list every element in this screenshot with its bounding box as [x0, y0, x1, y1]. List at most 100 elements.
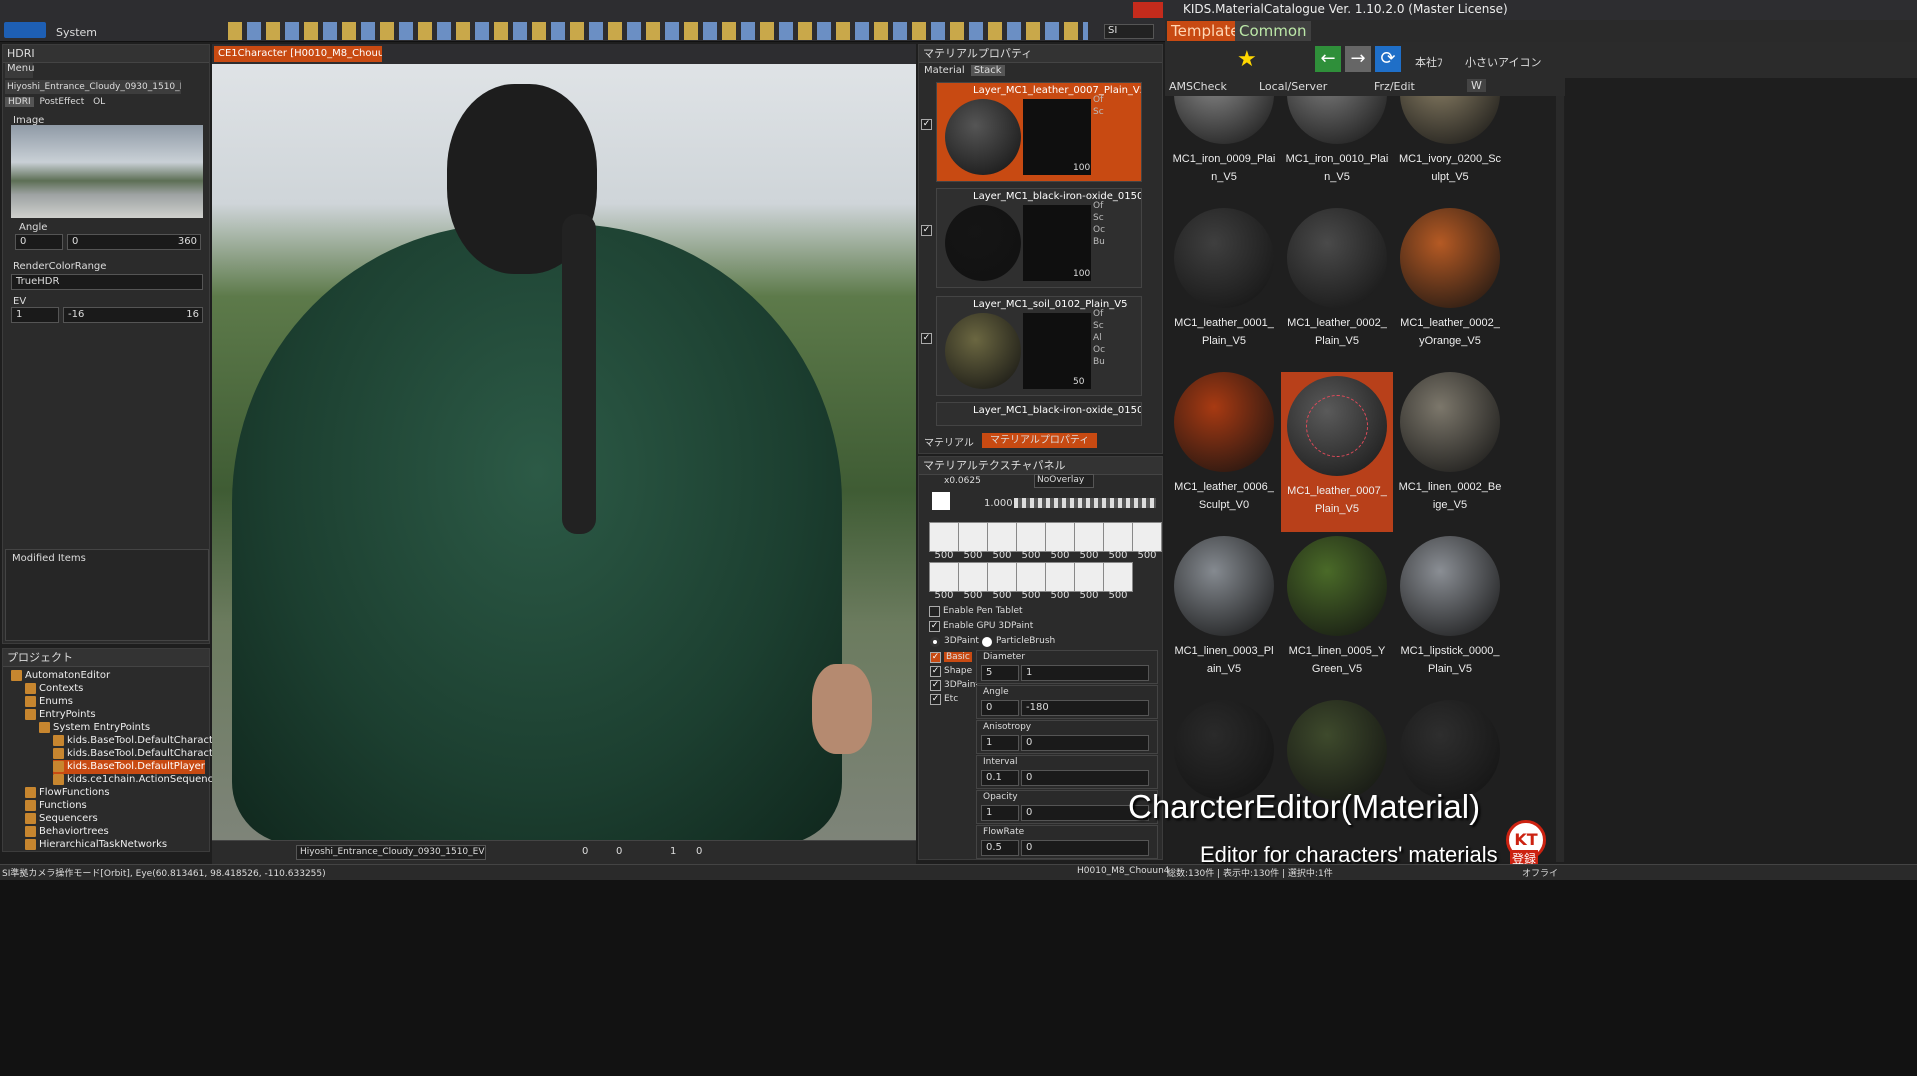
brush-param-value[interactable]: 1 [981, 735, 1019, 751]
viewport-value-1[interactable]: 0 [616, 846, 646, 857]
texture-scale[interactable]: x0.0625 [944, 476, 981, 486]
brush-preset[interactable] [1103, 562, 1133, 592]
brush-preset[interactable] [929, 562, 959, 592]
brush-param-value[interactable]: 0 [981, 700, 1019, 716]
layer-flag[interactable]: Of [1093, 201, 1103, 211]
tree-item[interactable]: Contexts [25, 682, 83, 696]
tree-item[interactable]: EntryPoints [25, 708, 96, 722]
3dpaint-radio[interactable] [930, 637, 940, 647]
brush-preset[interactable] [1016, 562, 1046, 592]
brush-param-range[interactable]: 0 [1021, 735, 1149, 751]
amscheck-filter[interactable]: AMSCheck [1169, 80, 1227, 93]
brush-preset[interactable] [987, 522, 1017, 552]
local-server-filter[interactable]: Local/Server [1259, 80, 1327, 93]
brush-param-range[interactable]: 0 [1021, 770, 1149, 786]
branch-select[interactable]: 本社ﾌ [1415, 54, 1443, 70]
layer-flag[interactable]: Bu [1093, 237, 1105, 247]
brush-preset[interactable] [1045, 522, 1075, 552]
layer-card[interactable]: Layer_MC1_leather_0007_Plain_V5_1 Of Sc 100… [921, 82, 1142, 182]
material-tile[interactable]: MC1_leather_0002_Plain_V5 [1281, 208, 1393, 350]
toolbar-icons[interactable] [228, 22, 1088, 40]
layer-flag[interactable]: Of [1093, 309, 1103, 319]
category-checkbox[interactable]: ✓ [930, 680, 941, 691]
hdri-menu[interactable]: Menu [5, 63, 34, 78]
back-arrow-icon[interactable]: ← [1315, 46, 1341, 72]
layer-opacity[interactable]: 100 [1073, 269, 1090, 279]
tree-item[interactable]: Enums [25, 695, 73, 709]
enable-pen-tablet-checkbox[interactable] [929, 606, 940, 617]
brush-param-range[interactable]: -180 [1021, 700, 1149, 716]
tab-material-props-jp[interactable]: マテリアルプロパティ [982, 433, 1098, 448]
category-label[interactable]: Shape [944, 666, 972, 676]
3d-viewport[interactable] [212, 64, 916, 840]
system-menu[interactable]: System [56, 26, 97, 39]
tab-posteffect[interactable]: PostEffect [36, 97, 87, 107]
layer-visibility-checkbox[interactable]: ✓ [921, 225, 932, 236]
brush-preset[interactable] [1016, 522, 1046, 552]
material-tile[interactable]: MC1_linen_0005_YGreen_V5 [1281, 536, 1393, 678]
brush-preset[interactable] [1045, 562, 1075, 592]
material-tile[interactable]: MC1_leather_0007_Plain_V5 [1281, 372, 1393, 532]
viewport-value-0[interactable]: 0 [582, 846, 612, 857]
window-close-button[interactable] [1133, 2, 1163, 18]
brush-preset[interactable] [958, 562, 988, 592]
material-tile[interactable]: MC1_linen_0002_Beige_V5 [1394, 372, 1506, 514]
toolbar-dropdown[interactable]: SI [1104, 24, 1154, 39]
tab-hdri[interactable]: HDRI [5, 97, 34, 107]
texture-value[interactable]: 1.000 [984, 498, 1013, 509]
category-checkbox[interactable]: ✓ [930, 666, 941, 677]
tree-item[interactable]: AutomatonEditor [11, 669, 110, 683]
material-tile[interactable]: MC1_linen_0003_Plain_V5 [1168, 536, 1280, 678]
star-icon[interactable]: ★ [1237, 48, 1261, 72]
w-button[interactable]: W [1467, 79, 1486, 92]
brush-preset[interactable] [958, 522, 988, 552]
texture-checker-slider[interactable] [1014, 498, 1156, 508]
tree-item[interactable]: kids.BaseTool.DefaultCharacte [53, 747, 219, 761]
brush-param-range[interactable]: 0 [1021, 840, 1149, 856]
layer-flag[interactable]: Of [1093, 95, 1103, 105]
layer-flag[interactable]: Oc [1093, 225, 1105, 235]
layer-card[interactable]: Layer_MC1_black-iron-oxide_0150_Plai [936, 402, 1142, 426]
category-label[interactable]: Etc [944, 694, 958, 704]
color-swatch[interactable] [932, 492, 950, 510]
layer-flag[interactable]: Sc [1093, 107, 1104, 117]
tab-material-jp[interactable]: マテリアル [924, 434, 974, 449]
material-tile[interactable]: MC1_iron_0010_Plain_V5 [1281, 96, 1393, 186]
layer-visibility-checkbox[interactable]: ✓ [921, 119, 932, 130]
overlay-select[interactable]: NoOverlay [1034, 474, 1094, 488]
layer-flag[interactable]: Sc [1093, 213, 1104, 223]
brush-param-value[interactable]: 1 [981, 805, 1019, 821]
angle-value[interactable]: 0 [15, 234, 63, 250]
tab-material[interactable]: Material [921, 65, 968, 76]
brush-param-value[interactable]: 5 [981, 665, 1019, 681]
layer-opacity[interactable]: 100 [1073, 163, 1090, 173]
viewport-hdri-select[interactable]: Hiyoshi_Entrance_Cloudy_0930_1510_EV2.0 [296, 845, 486, 860]
tab-ol[interactable]: OL [90, 97, 108, 107]
category-checkbox[interactable]: ✓ [930, 652, 941, 663]
hdri-preview-image[interactable] [11, 125, 203, 218]
layer-opacity[interactable]: 50 [1073, 377, 1084, 387]
brush-preset[interactable] [1132, 522, 1162, 552]
layer-flag[interactable]: Oc [1093, 345, 1105, 355]
tree-item[interactable]: kids.BaseTool.DefaultCharacte [53, 734, 219, 748]
layer-flag[interactable]: Sc [1093, 321, 1104, 331]
tree-item[interactable]: FlowFunctions [25, 786, 110, 800]
material-tile[interactable]: MC1_iron_0009_Plain_V5 [1168, 96, 1280, 186]
catalogue-scrollbar[interactable] [1556, 96, 1564, 862]
material-tile[interactable]: MC1_lipstick_0000_Plain_V5 [1394, 536, 1506, 678]
app-menu-button[interactable] [4, 22, 46, 38]
category-label[interactable]: Basic [944, 652, 972, 662]
layer-flag[interactable]: Bu [1093, 357, 1105, 367]
viewport-tab[interactable]: CE1Character [H0010_M8_Chouun4] [214, 46, 382, 62]
viewport-value-2[interactable]: 1 [670, 846, 690, 857]
category-checkbox[interactable]: ✓ [930, 694, 941, 705]
brush-param-value[interactable]: 0.1 [981, 770, 1019, 786]
forward-arrow-icon[interactable]: → [1345, 46, 1371, 72]
angle-slider[interactable]: 0 360 [67, 234, 201, 250]
tree-item[interactable]: Sequencers [25, 812, 98, 826]
enable-gpu-checkbox[interactable]: ✓ [929, 621, 940, 632]
ev-value[interactable]: 1 [11, 307, 59, 323]
layer-flag[interactable]: Al [1093, 333, 1102, 343]
frz-edit-filter[interactable]: Frz/Edit [1374, 80, 1415, 93]
material-tile[interactable]: MC1_leather_0002_yOrange_V5 [1394, 208, 1506, 350]
